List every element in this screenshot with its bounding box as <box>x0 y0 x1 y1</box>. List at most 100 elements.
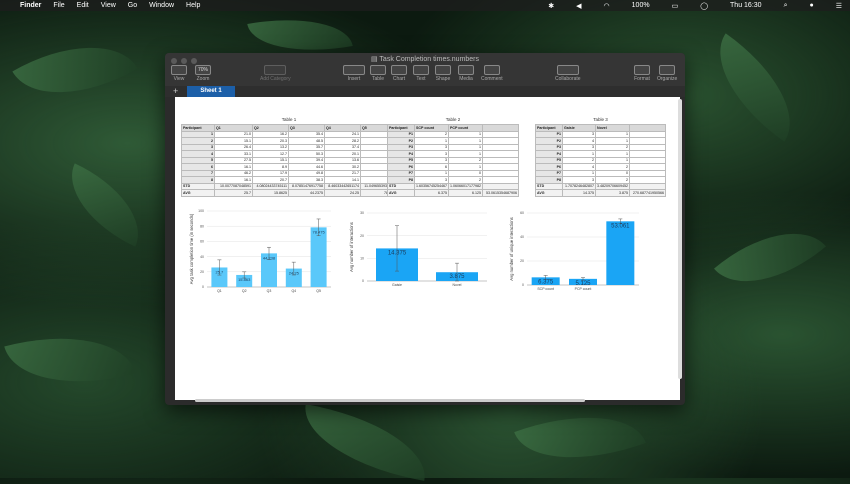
y-tick-label: 60 <box>200 240 204 244</box>
table-2[interactable]: Table 2 Participant SCP count PCP count … <box>387 117 519 197</box>
data-label: 6.375 <box>538 279 554 285</box>
y-axis-label: Avg task completion time (in seconds) <box>189 213 194 284</box>
siri-icon[interactable]: ● <box>809 2 813 9</box>
sheet-canvas[interactable]: Table 1 Participant Q1 Q2 Q3 Q4 Q5 1 21.0… <box>175 97 680 400</box>
table-caption[interactable]: Table 3 <box>535 117 666 122</box>
y-tick-label: 20 <box>200 270 204 274</box>
battery-icon[interactable]: ▭ <box>672 2 679 10</box>
battery-percent[interactable]: 100% <box>632 2 650 9</box>
vertical-scrollbar[interactable] <box>678 99 682 379</box>
data-label: 3.875 <box>449 274 465 280</box>
chart-unique-interactions[interactable]: 0 20 40 60 Avg number of unique interactions… <box>507 209 647 299</box>
menu-help[interactable]: Help <box>186 2 200 9</box>
numbers-window: ▤ Task Completion times.numbers View 70%… <box>165 53 685 405</box>
data-label: 14.375 <box>388 250 407 256</box>
table-cell[interactable]: 3.875 <box>595 189 630 197</box>
media-button[interactable]: Media <box>458 65 474 82</box>
wallpaper-leaf <box>694 33 816 142</box>
menu-window[interactable]: Window <box>149 2 174 9</box>
table-cell[interactable]: 44.2375 <box>288 189 325 197</box>
table-avg-row: AVG 14.375 3.875 270.687741950566 <box>535 189 666 197</box>
wallpaper-leaf <box>514 391 646 484</box>
y-tick-label: 0 <box>202 285 204 289</box>
text-button[interactable]: Text <box>413 65 429 82</box>
insert-button[interactable]: Insert <box>343 65 365 82</box>
table-cell[interactable]: 53.0615354687906 <box>481 189 519 197</box>
table-cell[interactable]: 6.375 <box>414 189 449 197</box>
collaborate-button[interactable]: Collaborate <box>555 65 581 82</box>
x-tick-label: Q3 <box>267 289 272 293</box>
y-tick-label: 100 <box>198 209 204 213</box>
wifi-icon[interactable]: ◠ <box>604 2 610 10</box>
chart-button[interactable]: Chart <box>391 65 407 82</box>
volume-icon[interactable]: ◀ <box>576 2 581 10</box>
row-header-cell[interactable]: AVG <box>387 189 415 197</box>
clock[interactable]: Thu 16:30 <box>730 2 762 9</box>
table-cell[interactable]: 14.375 <box>562 189 596 197</box>
organize-button[interactable]: Organize <box>657 65 677 82</box>
wallpaper-leaf <box>53 163 157 247</box>
horizontal-scrollbar[interactable] <box>195 399 585 402</box>
menu-file[interactable]: File <box>53 2 64 9</box>
comment-button[interactable]: Comment <box>481 65 503 82</box>
table-cell[interactable]: 15.8625 <box>252 189 289 197</box>
chart-interactions[interactable]: 0 10 20 30 Avg number of interactions 14.375 G… <box>347 209 495 294</box>
menu-go[interactable]: Go <box>128 2 137 9</box>
table-body: 121.016.235.424.172.4215.120.348.528.263… <box>181 130 397 197</box>
user-icon[interactable]: ◯ <box>700 2 708 10</box>
zoom-menu[interactable]: 70% Zoom <box>195 65 211 82</box>
bluetooth-icon[interactable]: ✱ <box>548 2 554 10</box>
y-tick-label: 80 <box>200 224 204 228</box>
add-category-button[interactable]: Add Category <box>260 65 291 82</box>
table-cell[interactable]: 270.687741950566 <box>628 189 666 197</box>
row-header-cell[interactable]: AVG <box>535 189 563 197</box>
notification-center-icon[interactable]: ☰ <box>836 2 842 10</box>
y-tick-label: 0 <box>522 283 524 287</box>
tab-sheet-1[interactable]: Sheet 1 <box>187 86 235 97</box>
chart-task-completion[interactable]: 0 20 40 60 80 100 Avg task completion time (in… <box>181 207 341 302</box>
x-tick-label: Q1 <box>217 289 222 293</box>
x-tick-label: PCP count <box>575 287 592 291</box>
y-tick-label: 40 <box>200 255 204 259</box>
y-tick-label: 40 <box>520 235 524 239</box>
table-3[interactable]: Table 3 Participant Gaisie Novel P1 3 1 P2 4… <box>535 117 666 197</box>
add-sheet-button[interactable]: + <box>173 86 178 96</box>
data-label: 78.475 <box>312 229 325 234</box>
collaborate-icon <box>556 65 579 75</box>
view-button[interactable]: View <box>171 65 187 82</box>
comment-icon <box>483 65 500 75</box>
table-body: P1 2 1 P2 1 1 P3 3 1 P4 3 1 P5 3 2 P6 6 1 P7 1 0 P8 3 2 STD 1.603… <box>387 130 519 197</box>
table-caption[interactable]: Table 2 <box>387 117 519 122</box>
table-cell[interactable]: 6.125 <box>447 189 483 197</box>
menu-bar: Finder File Edit View Go Window Help ✱ ◀… <box>0 0 850 11</box>
x-tick-label: Q5 <box>316 289 321 293</box>
shape-button[interactable]: Shape <box>435 65 451 82</box>
table-1[interactable]: Table 1 Participant Q1 Q2 Q3 Q4 Q5 1 21.0… <box>181 117 397 197</box>
wallpaper-leaf <box>4 315 136 405</box>
y-tick-label: 10 <box>360 257 364 261</box>
window-title: ▤ Task Completion times.numbers <box>370 56 480 63</box>
table-cell[interactable]: 24.25 <box>324 189 361 197</box>
menu-edit[interactable]: Edit <box>77 2 89 9</box>
zoom-value: 70% <box>195 65 211 75</box>
data-label: 5.125 <box>575 281 591 287</box>
menu-view[interactable]: View <box>101 2 116 9</box>
data-label: 15.863 <box>238 277 251 282</box>
format-button[interactable]: Format <box>634 65 650 82</box>
x-tick-label: Gaisie <box>392 283 402 287</box>
table-body: P1 3 1 P2 4 1 P3 3 2 P4 1 1 P5 2 1 P6 4 2 P7 1 0 P8 3 2 STD 1.707… <box>535 130 666 197</box>
table-button[interactable]: Table <box>370 65 386 82</box>
table-cell[interactable]: 25.7 <box>214 189 253 197</box>
row-header-cell[interactable]: AVG <box>181 189 215 197</box>
wallpaper-leaf <box>714 204 826 311</box>
sidebar-icon <box>171 65 187 75</box>
table-icon <box>370 65 386 75</box>
x-tick-label: Novel <box>453 283 462 287</box>
table-caption[interactable]: Table 1 <box>181 117 397 122</box>
menu-finder[interactable]: Finder <box>20 2 41 9</box>
table-avg-row: AVG25.715.862544.237524.2578.475 <box>181 189 397 197</box>
search-icon[interactable]: ⌕ <box>784 2 788 10</box>
text-icon <box>413 65 429 75</box>
toolbar: View 70% Zoom Add Category Insert Table C… <box>165 65 685 85</box>
data-label: 24.25 <box>289 271 300 276</box>
